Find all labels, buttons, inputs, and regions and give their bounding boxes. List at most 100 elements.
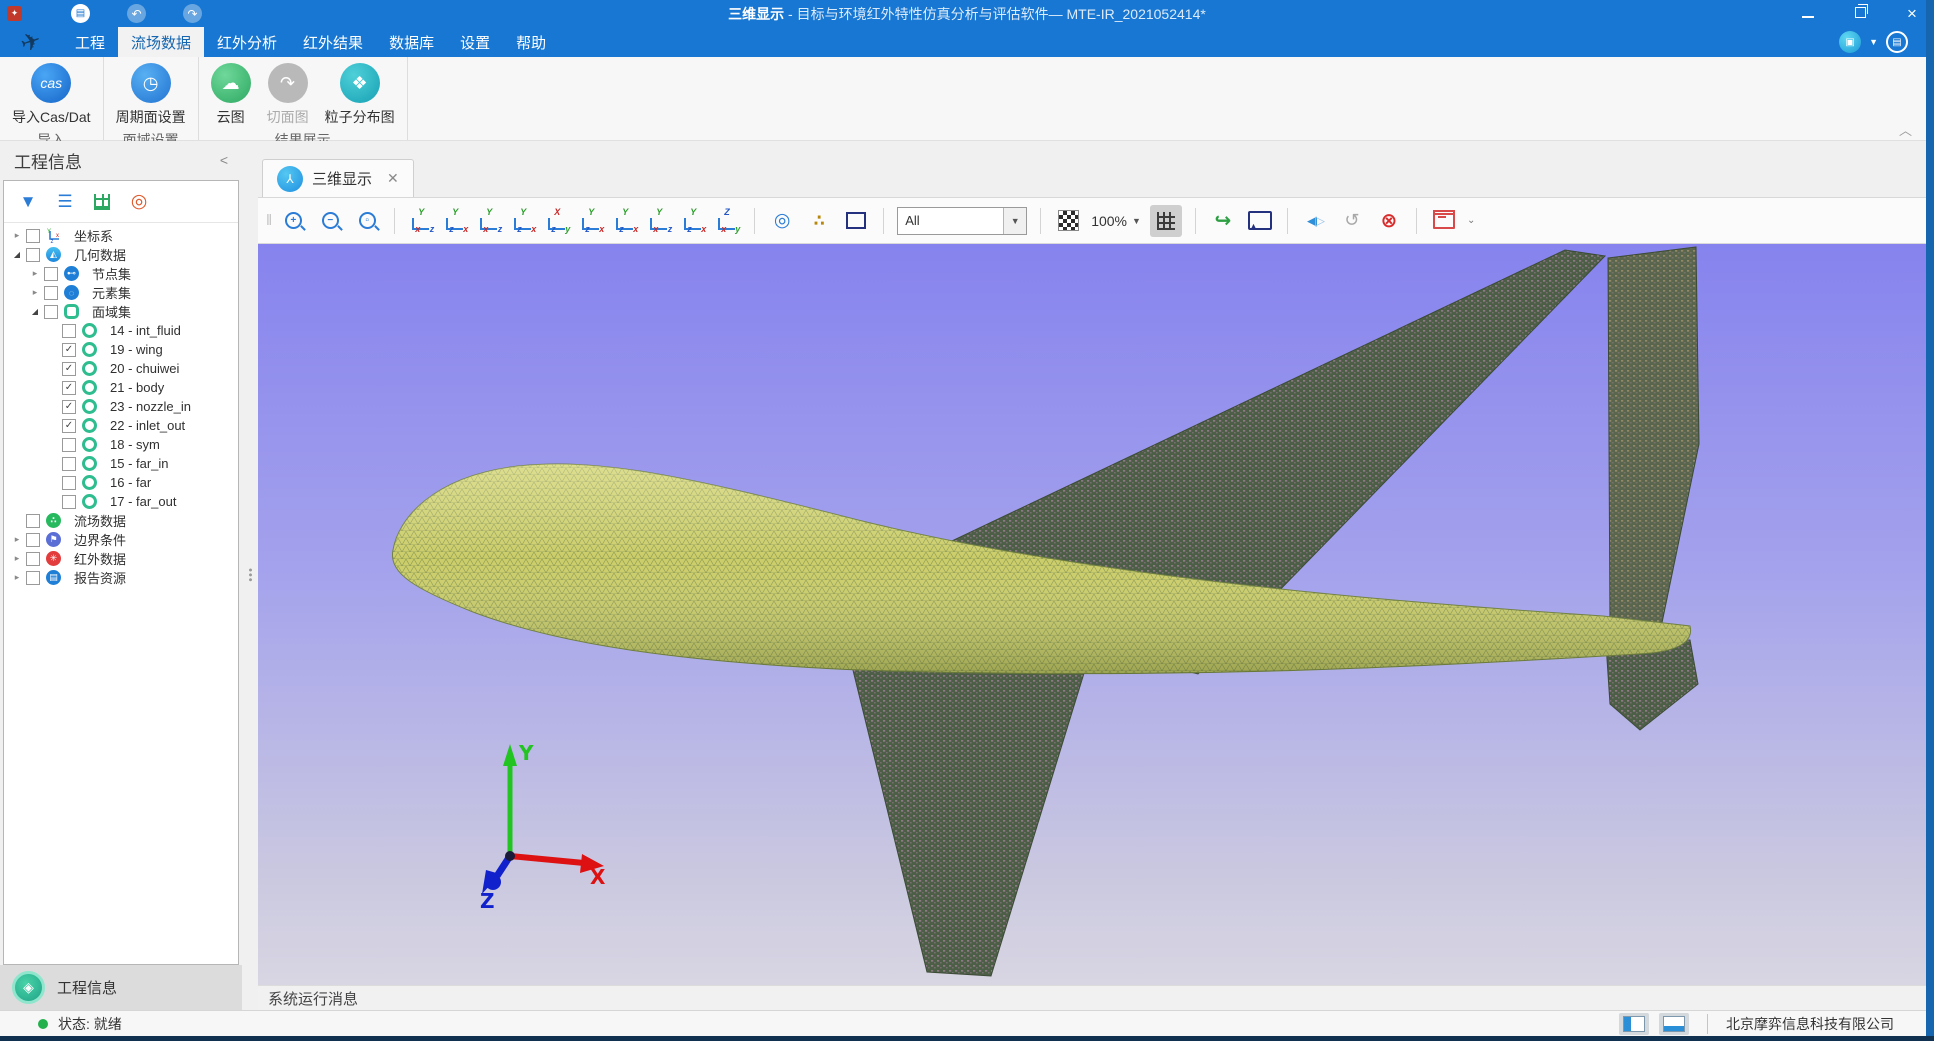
tree-checkbox[interactable]	[44, 286, 58, 300]
help-book-icon[interactable]: ▤	[1886, 31, 1908, 53]
tree-checkbox[interactable]	[26, 248, 40, 262]
snapshot-icon[interactable]	[1246, 207, 1274, 235]
tree-row-11[interactable]: 18 - sym	[4, 435, 238, 454]
menu-item-3[interactable]: 红外结果	[290, 27, 376, 58]
tree-row-18[interactable]: ▸▤报告资源	[4, 568, 238, 587]
grid-view-icon[interactable]	[91, 191, 113, 213]
tree-checkbox[interactable]	[62, 438, 76, 452]
tree-checkbox[interactable]	[26, 552, 40, 566]
menu-item-4[interactable]: 数据库	[376, 27, 447, 58]
tree-row-12[interactable]: 15 - far_in	[4, 454, 238, 473]
mirror-icon[interactable]: ◀▷	[1301, 207, 1329, 235]
tree-row-1[interactable]: ◢◭几何数据	[4, 245, 238, 264]
tree-row-16[interactable]: ▸⚑边界条件	[4, 530, 238, 549]
locate-icon[interactable]: ◎	[128, 191, 150, 213]
undo-icon[interactable]: ↶	[127, 4, 146, 23]
ribbon-button-cloud[interactable]: ☁云图	[211, 57, 251, 127]
tree-row-10[interactable]: ✓22 - inlet_out	[4, 416, 238, 435]
tree-checkbox[interactable]	[26, 514, 40, 528]
tree-row-9[interactable]: ✓23 - nozzle_in	[4, 397, 238, 416]
new-file-icon[interactable]: ▤	[71, 4, 90, 23]
zoom-out-icon[interactable]: −	[316, 207, 344, 235]
tree-row-4[interactable]: ◢面域集	[4, 302, 238, 321]
tree-row-0[interactable]: ▸Yzx坐标系	[4, 226, 238, 245]
panel-collapse-icon[interactable]: <	[220, 152, 228, 168]
tree-checkbox[interactable]	[62, 324, 76, 338]
tree-collapsed-arrow-icon[interactable]: ▸	[10, 230, 24, 241]
tree-collapsed-arrow-icon[interactable]: ▸	[10, 534, 24, 545]
tree-row-3[interactable]: ▸◌元素集	[4, 283, 238, 302]
tree-row-13[interactable]: 16 - far	[4, 473, 238, 492]
menu-item-1[interactable]: 流场数据	[118, 27, 204, 58]
menu-item-0[interactable]: 工程	[62, 27, 118, 58]
tree-checkbox[interactable]	[44, 305, 58, 319]
view-orientation-4[interactable]: Yzx	[510, 208, 537, 234]
delete-icon[interactable]: ⊗	[1375, 207, 1403, 235]
tree-checkbox[interactable]	[62, 457, 76, 471]
ribbon-button-clock[interactable]: ◷周期面设置	[116, 57, 186, 127]
menu-item-6[interactable]: 帮助	[503, 27, 559, 58]
package-icon[interactable]	[1430, 207, 1458, 235]
zoom-fit-icon[interactable]: ▫	[353, 207, 381, 235]
minimize-button[interactable]	[1800, 6, 1816, 21]
layout-left-icon[interactable]	[1619, 1013, 1649, 1035]
scatter-points-icon[interactable]: ∴	[805, 207, 833, 235]
probe-icon[interactable]: ◎	[768, 207, 796, 235]
ribbon-button-cas[interactable]: cas导入Cas/Dat	[12, 57, 91, 127]
view-orientation-1[interactable]: Yxz	[408, 208, 435, 234]
restore-button[interactable]	[1852, 6, 1868, 21]
chevron-down-icon[interactable]: ▼	[1869, 37, 1878, 47]
transparency-icon[interactable]	[1054, 207, 1082, 235]
tab-close-icon[interactable]: ✕	[387, 170, 399, 187]
tree-row-5[interactable]: 14 - int_fluid	[4, 321, 238, 340]
tree-expanded-arrow-icon[interactable]: ◢	[28, 307, 42, 316]
tree-checkbox[interactable]: ✓	[62, 400, 76, 414]
view-orientation-9[interactable]: Yzx	[680, 208, 707, 234]
view-orientation-7[interactable]: Yzx	[612, 208, 639, 234]
toolbar-drag-handle[interactable]: ‖	[266, 212, 270, 229]
run-icon[interactable]: ▣	[1839, 31, 1861, 53]
tree-row-17[interactable]: ▸✳红外数据	[4, 549, 238, 568]
ribbon-button-particles[interactable]: ❖粒子分布图	[325, 57, 395, 127]
tree-collapsed-arrow-icon[interactable]: ▸	[28, 268, 42, 279]
tree-collapsed-arrow-icon[interactable]: ▸	[10, 553, 24, 564]
view-orientation-6[interactable]: Yzx	[578, 208, 605, 234]
combo-arrow-icon[interactable]: ▼	[1003, 208, 1026, 234]
pin-icon[interactable]: ✦	[7, 6, 22, 21]
menu-item-2[interactable]: 红外分析	[204, 27, 290, 58]
tree-checkbox[interactable]	[62, 495, 76, 509]
tree-checkbox[interactable]	[26, 571, 40, 585]
ribbon-collapse-icon[interactable]: ︿	[1899, 120, 1912, 139]
redo-icon[interactable]: ↷	[183, 4, 202, 23]
tree-collapsed-arrow-icon[interactable]: ▸	[10, 572, 24, 583]
view-orientation-8[interactable]: Yxz	[646, 208, 673, 234]
view-orientation-5[interactable]: Xzy	[544, 208, 571, 234]
tree-row-14[interactable]: 17 - far_out	[4, 492, 238, 511]
tree-checkbox[interactable]	[44, 267, 58, 281]
tree-checkbox[interactable]: ✓	[62, 419, 76, 433]
tree-checkbox[interactable]: ✓	[62, 381, 76, 395]
tree-checkbox[interactable]: ✓	[62, 343, 76, 357]
view-orientation-2[interactable]: Yzx	[442, 208, 469, 234]
tree-row-6[interactable]: ✓19 - wing	[4, 340, 238, 359]
zoom-level-dropdown[interactable]: 100%▼	[1091, 213, 1141, 229]
tree-row-15[interactable]: ∴流场数据	[4, 511, 238, 530]
tree-checkbox[interactable]: ✓	[62, 362, 76, 376]
tree-expanded-arrow-icon[interactable]: ◢	[10, 250, 24, 259]
view-orientation-3[interactable]: Yxz	[476, 208, 503, 234]
zoom-in-icon[interactable]: +	[279, 207, 307, 235]
tab-3d-view[interactable]: ⅄ 三维显示 ✕	[262, 159, 414, 197]
box-select-icon[interactable]	[842, 207, 870, 235]
view-orientation-10[interactable]: Zxy	[714, 208, 741, 234]
tree-collapsed-arrow-icon[interactable]: ▸	[28, 287, 42, 298]
menu-item-5[interactable]: 设置	[447, 27, 503, 58]
panel-splitter[interactable]: •••	[242, 141, 258, 1010]
tree-checkbox[interactable]	[62, 476, 76, 490]
layout-bottom-icon[interactable]	[1659, 1013, 1689, 1035]
tree-checkbox[interactable]	[26, 229, 40, 243]
package-caret-icon[interactable]: ⌄	[1467, 215, 1475, 226]
close-button[interactable]: ×	[1904, 4, 1920, 24]
viewport-3d[interactable]: Y X Z	[258, 244, 1926, 985]
tree-row-7[interactable]: ✓20 - chuiwei	[4, 359, 238, 378]
display-filter-select[interactable]: All ▼	[897, 207, 1027, 235]
